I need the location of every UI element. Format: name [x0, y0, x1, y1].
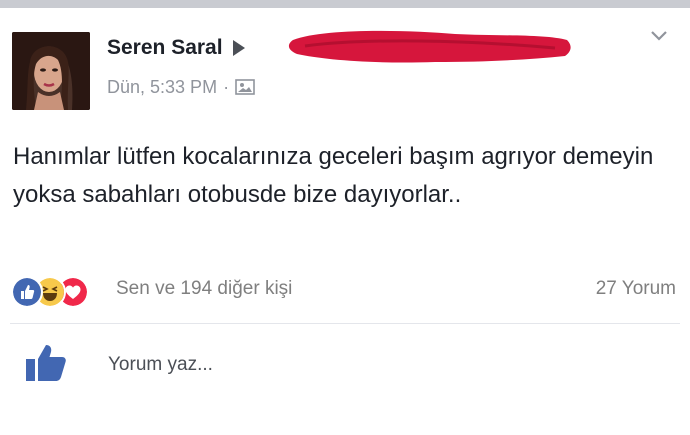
avatar[interactable]	[12, 32, 90, 110]
author-name[interactable]: Seren Saral	[107, 36, 223, 60]
like-thumb-icon[interactable]	[22, 343, 70, 383]
author-row: Seren Saral	[107, 33, 245, 63]
comment-input[interactable]	[108, 354, 508, 376]
comment-count[interactable]: 27 Yorum	[596, 278, 676, 300]
top-bar	[0, 0, 690, 8]
timestamp[interactable]: Dün, 5:33 PM	[107, 77, 217, 98]
reaction-icons[interactable]	[11, 276, 111, 308]
profile-photo	[12, 32, 90, 110]
photo-privacy-icon[interactable]	[235, 78, 255, 96]
divider	[10, 323, 680, 324]
meta-separator: ·	[223, 76, 230, 97]
redacted-scribble	[288, 30, 571, 63]
like-icon	[11, 276, 43, 308]
post-text: Hanımlar lütfen kocalarınıza geceleri ba…	[13, 143, 654, 208]
post-meta: Dün, 5:33 PM ·	[107, 74, 255, 100]
arrow-right-icon	[232, 40, 245, 56]
chevron-down-icon[interactable]	[648, 24, 670, 46]
reaction-summary[interactable]: Sen ve 194 diğer kişi	[116, 278, 292, 300]
